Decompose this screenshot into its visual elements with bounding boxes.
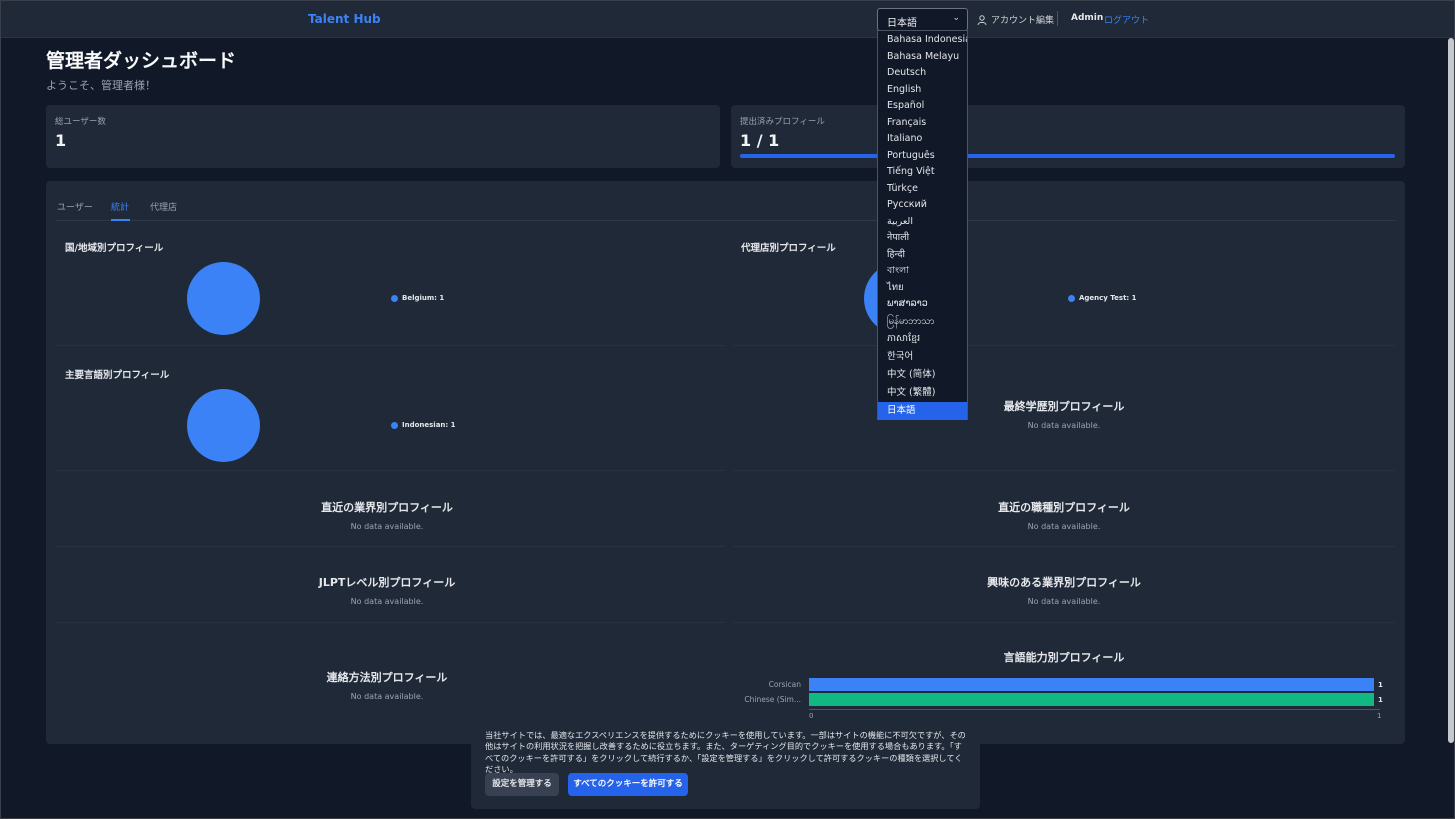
logout-link[interactable]: ログアウト <box>1104 13 1149 26</box>
language-option[interactable]: Türkçe <box>878 181 967 197</box>
page-title: 管理者ダッシュボード <box>46 50 237 72</box>
row-divider <box>56 622 725 623</box>
language-option[interactable]: 한국어 <box>878 349 967 365</box>
language-pie-slice[interactable] <box>187 389 260 462</box>
country-legend-item: Belgium: 1 <box>391 294 444 302</box>
language-option[interactable]: Tiếng Việt <box>878 164 967 180</box>
row-divider <box>733 622 1395 623</box>
row-divider <box>733 546 1395 547</box>
cookie-message: 当社サイトでは、最適なエクスペリエンスを提供するためにクッキーを使用しています。… <box>485 730 966 774</box>
language-legend-item: Indonesian: 1 <box>391 421 456 429</box>
contact-chart-title: 連絡方法別プロフィール <box>326 671 448 684</box>
language-option[interactable]: Русский <box>878 197 967 213</box>
total-users-label: 総ユーザー数 <box>55 117 106 127</box>
tab-agencies[interactable]: 代理店 <box>150 200 177 213</box>
legend-dot <box>391 294 398 302</box>
language-option[interactable]: বাংলা <box>878 263 967 279</box>
row-divider <box>733 470 1395 471</box>
row-divider <box>56 470 725 471</box>
submitted-progress-fill <box>740 154 1395 158</box>
language-option[interactable]: Français <box>878 115 967 131</box>
ability-chart-title: 言語能力別プロフィール <box>1003 651 1125 664</box>
language-select[interactable]: 日本語 ⌄ <box>877 8 968 31</box>
language-chart-title: 主要言語別プロフィール <box>65 370 170 381</box>
language-option[interactable]: العربية <box>878 214 967 230</box>
education-no-data: No data available. <box>1027 421 1101 430</box>
row-divider <box>56 345 725 346</box>
x-axis-tick-label: 0 <box>809 712 814 720</box>
language-option[interactable]: ไทย <box>878 280 967 296</box>
language-option[interactable]: Bahasa Melayu <box>878 49 967 65</box>
submitted-progress-bar <box>740 154 1395 158</box>
submitted-profiles-value: 1 / 1 <box>740 131 780 150</box>
language-option[interactable]: 日本語 <box>878 402 967 421</box>
language-dropdown-menu[interactable]: Bahasa Indonesia Bahasa Melayu Deutsch Engl… <box>877 30 968 421</box>
cookie-banner: 当社サイトでは、最適なエクスペリエンスを提供するためにクッキーを使用しています。… <box>471 725 980 809</box>
language-option[interactable]: 中文 (简体) <box>878 367 967 383</box>
tab-statistics[interactable]: 統計 <box>111 200 129 213</box>
total-users-card: 総ユーザー数 1 <box>46 105 720 168</box>
bar[interactable] <box>809 693 1374 706</box>
agency-chart-title: 代理店別プロフィール <box>741 243 836 254</box>
language-option[interactable]: ພາສາລາວ <box>878 296 967 312</box>
user-icon <box>977 14 987 25</box>
language-option[interactable]: Italiano <box>878 131 967 147</box>
language-option[interactable]: English <box>878 82 967 98</box>
interest-no-data: No data available. <box>1027 597 1101 606</box>
language-option[interactable]: 中文 (繁體) <box>878 385 967 401</box>
agency-legend-item: Agency Test: 1 <box>1068 294 1137 302</box>
language-select-value: 日本語 <box>887 18 917 29</box>
account-edit-link[interactable]: アカウント編集 <box>977 13 1054 26</box>
page-scrollbar[interactable] <box>1448 38 1454 743</box>
x-axis-line <box>809 709 1380 710</box>
contact-no-data: No data available. <box>350 692 424 701</box>
bar-value-label: 1 <box>1378 696 1383 704</box>
user-name: Admin <box>1071 13 1104 23</box>
country-chart-title: 国/地域別プロフィール <box>65 243 164 254</box>
top-navbar: Talent Hub 日本語 ⌄ アカウント編集 Admin ログアウト <box>0 0 1455 38</box>
brand-logo[interactable]: Talent Hub <box>308 12 381 26</box>
language-option[interactable]: Bahasa Indonesia <box>878 32 967 48</box>
industry-no-data: No data available. <box>350 522 424 531</box>
x-axis-tick-label: 1 <box>1377 712 1382 720</box>
job-type-no-data: No data available. <box>1027 522 1101 531</box>
tab-users[interactable]: ユーザー <box>57 200 93 213</box>
country-pie-slice[interactable] <box>187 262 260 335</box>
jlpt-no-data: No data available. <box>350 597 424 606</box>
bar[interactable] <box>809 678 1374 691</box>
language-option[interactable]: Deutsch <box>878 65 967 81</box>
account-edit-label: アカウント編集 <box>991 16 1055 26</box>
row-divider <box>733 345 1395 346</box>
job-type-chart-title: 直近の職種別プロフィール <box>998 501 1130 514</box>
legend-dot <box>391 421 398 429</box>
language-option[interactable]: हिन्दी <box>878 247 967 263</box>
total-users-value: 1 <box>55 131 67 150</box>
jlpt-chart-title: JLPTレベル別プロフィール <box>318 576 456 589</box>
row-divider <box>56 546 725 547</box>
manage-cookies-button[interactable]: 設定を管理する <box>485 773 559 796</box>
interest-chart-title: 興味のある業界別プロフィール <box>987 576 1141 589</box>
language-option[interactable]: မြန်မာဘာသာ <box>878 314 967 330</box>
active-tab-indicator <box>111 219 130 221</box>
chevron-down-icon: ⌄ <box>952 13 960 23</box>
nav-divider <box>1057 11 1058 26</box>
language-option[interactable]: Español <box>878 98 967 114</box>
accept-all-cookies-button[interactable]: すべてのクッキーを許可する <box>568 773 688 796</box>
agency-legend-label: Agency Test: 1 <box>1079 294 1137 302</box>
tab-divider <box>56 220 1396 221</box>
submitted-profiles-card: 提出済みプロフィール 1 / 1 <box>731 105 1405 168</box>
education-chart-title: 最終学歴別プロフィール <box>1003 400 1125 413</box>
legend-dot <box>1068 294 1075 302</box>
language-option[interactable]: नेपाली <box>878 230 967 246</box>
industry-chart-title: 直近の業界別プロフィール <box>321 501 453 514</box>
language-legend-label: Indonesian: 1 <box>402 421 456 429</box>
submitted-profiles-label: 提出済みプロフィール <box>740 117 825 127</box>
language-option[interactable]: Português <box>878 148 967 164</box>
bar-value-label: 1 <box>1378 681 1383 689</box>
language-option[interactable]: ភាសាខ្មែរ <box>878 331 967 347</box>
welcome-message: ようこそ、管理者様！ <box>46 79 156 92</box>
country-legend-label: Belgium: 1 <box>402 294 445 302</box>
bar-category-label: Chinese (Sim... <box>744 695 801 704</box>
bar-category-label: Corsican <box>768 680 801 689</box>
